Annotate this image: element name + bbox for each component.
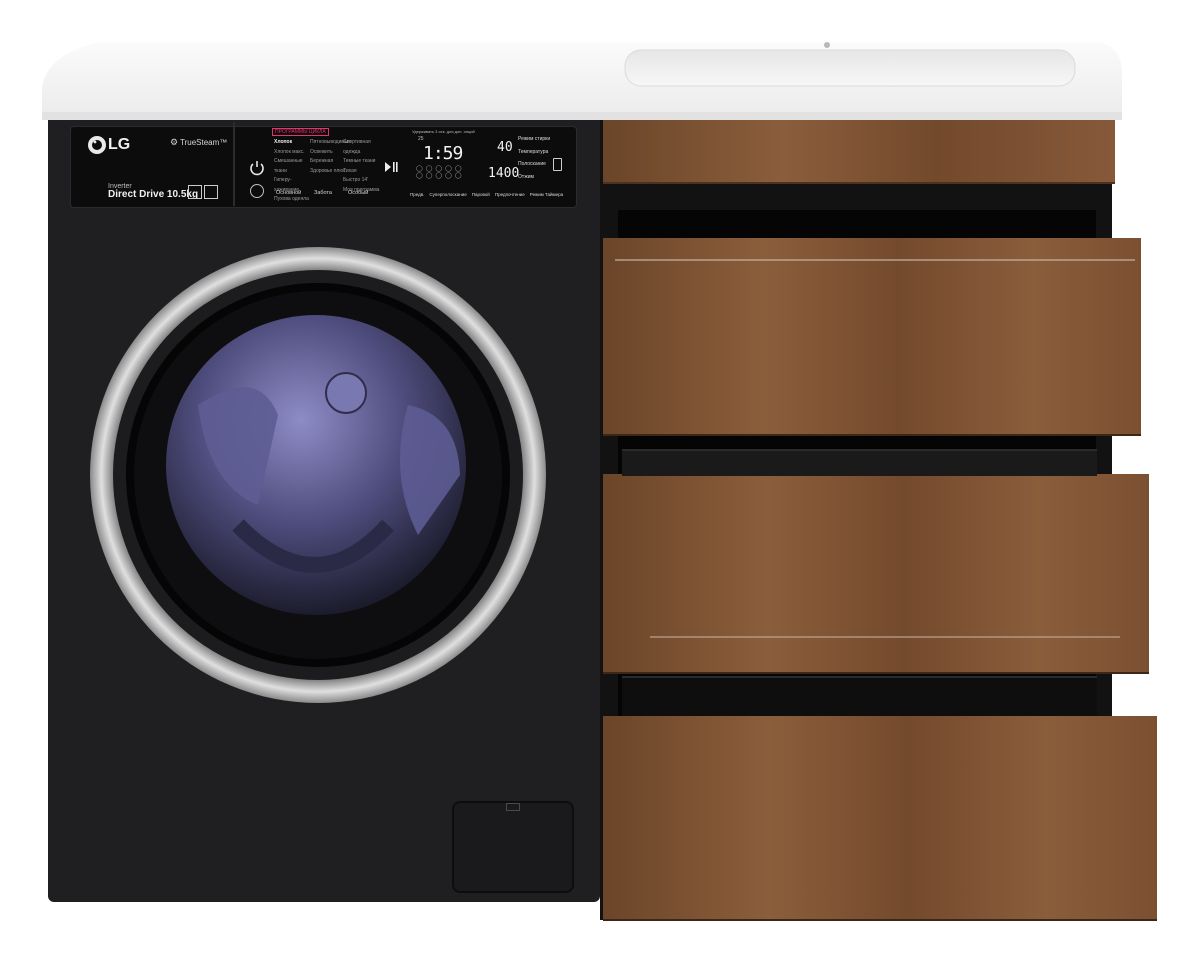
- label-wash-mode[interactable]: Режим стирки: [518, 133, 550, 146]
- drawer-1-crack: [615, 259, 1135, 261]
- option-steam[interactable]: Паровой: [472, 192, 490, 197]
- drawer-1[interactable]: [603, 238, 1141, 434]
- program-cotton[interactable]: Хлопок: [274, 138, 312, 148]
- category-special[interactable]: Особый: [348, 190, 368, 196]
- option-preference[interactable]: Предпочтение: [495, 192, 525, 197]
- program-sport[interactable]: Спортивная одежда: [343, 138, 383, 157]
- power-button[interactable]: [248, 158, 266, 176]
- option-timer[interactable]: Режим Таймера: [530, 192, 563, 197]
- brand-label: LG: [108, 136, 131, 153]
- drawer-2-crack: [650, 636, 1120, 638]
- category-care[interactable]: Забота: [314, 190, 332, 196]
- program-quick[interactable]: Быстро 14': [343, 176, 383, 186]
- drawer-2-box-edge: [622, 449, 1097, 476]
- filter-hatch-latch: [506, 803, 520, 811]
- energy-badge: [188, 185, 202, 199]
- steam-icon: ⚙: [170, 137, 179, 147]
- option-prewash[interactable]: Предв.: [410, 192, 424, 197]
- display-temp-small: 25: [418, 136, 424, 142]
- option-super-rinse[interactable]: Суперполоскание: [429, 192, 466, 197]
- motor-line2: Direct Drive 10.5kg: [108, 189, 199, 200]
- display-time: 1:59: [423, 143, 463, 164]
- filter-hatch[interactable]: [452, 801, 574, 893]
- program-stain[interactable]: Пятновыводимые: [310, 138, 351, 148]
- phone-icon: [553, 158, 562, 171]
- play-pause-icon: [385, 162, 398, 172]
- panel-divider: [233, 122, 235, 206]
- program-refresh[interactable]: Освежить: [310, 148, 346, 158]
- label-spin[interactable]: Отжим: [518, 171, 550, 184]
- drawer-3-box-edge: [622, 676, 1097, 716]
- truesteam-label: TrueSteam™: [180, 138, 228, 147]
- display-spin: 1400: [488, 166, 520, 181]
- label-rinse[interactable]: Полоскание: [518, 158, 550, 171]
- program-col2: Пятновыводимые Освежить Бережная Здоровь…: [310, 138, 351, 177]
- display-status-icons: ◯◯◯◯◯ ◯◯◯◯◯: [416, 166, 465, 179]
- program-mixed[interactable]: Смешанные ткани: [274, 157, 312, 176]
- category-main[interactable]: Основной: [276, 190, 301, 196]
- display-note: Удерживать 3 сек. для доп. опций: [412, 129, 475, 134]
- side-labels: Режим стирки Температура Полоскание Отжи…: [518, 133, 550, 183]
- power-icon: [250, 161, 264, 176]
- wifi-badge: [204, 185, 218, 199]
- program-health[interactable]: Здоровье плюс: [310, 167, 346, 177]
- program-quiet[interactable]: Тихая: [343, 167, 383, 177]
- bottom-option-labels: Предв. Суперполоскание Паровой Предпочте…: [410, 192, 563, 197]
- drawer-2[interactable]: [603, 474, 1149, 672]
- program-cotton-max[interactable]: Хлопок макс.: [274, 148, 312, 158]
- display-temperature: 40: [497, 140, 513, 155]
- program-col3: Спортивная одежда Темные ткани Тихая Быс…: [343, 138, 383, 195]
- wifi-button[interactable]: [250, 184, 264, 198]
- washer-door[interactable]: [88, 245, 553, 710]
- top-panel-drawer[interactable]: [603, 120, 1115, 184]
- program-delicate[interactable]: Бережная: [310, 157, 346, 167]
- play-pause-button[interactable]: [384, 160, 398, 174]
- program-dark[interactable]: Темные ткани: [343, 157, 383, 167]
- programs-title: ПРОГРАММЫ ЦИКЛА: [272, 128, 329, 136]
- program-duvet[interactable]: Пухова одеяла: [274, 195, 312, 205]
- label-temperature[interactable]: Температура: [518, 146, 550, 159]
- drawer-3[interactable]: [603, 716, 1157, 919]
